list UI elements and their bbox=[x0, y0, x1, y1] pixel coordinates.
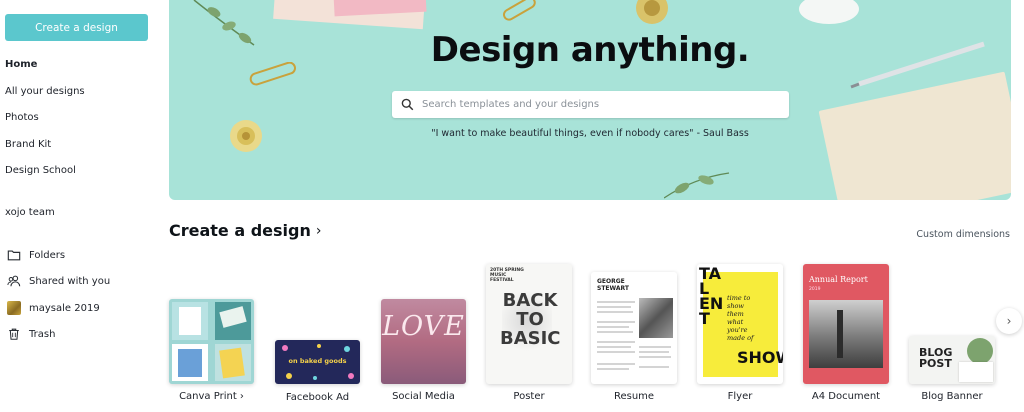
design-card-flyer[interactable]: TAL ENT time to show them what you're ma… bbox=[697, 264, 783, 404]
section-title-text: Create a design bbox=[169, 221, 311, 240]
create-design-button[interactable]: Create a design bbox=[5, 14, 148, 41]
design-card-facebook-ad[interactable]: on baked goods Facebook Ad bbox=[275, 340, 360, 404]
hero-title: Design anything. bbox=[430, 30, 750, 70]
card-thumbnail: LOVE bbox=[381, 299, 466, 384]
sidebar-item-brand-kit[interactable]: Brand Kit bbox=[5, 139, 51, 150]
card-artwork-text: TAL ENT bbox=[699, 264, 724, 328]
chevron-right-icon: › bbox=[1006, 314, 1012, 328]
card-thumbnail: on baked goods bbox=[275, 340, 360, 384]
card-label: Resume bbox=[613, 391, 655, 402]
sidebar-item-trash[interactable]: Trash bbox=[6, 326, 55, 342]
sidebar-item-home[interactable]: Home bbox=[5, 59, 37, 70]
card-artwork-text: LOVE bbox=[382, 311, 465, 342]
card-artwork-text: on baked goods bbox=[288, 357, 347, 365]
hero-banner: Design anything. "I want to make beautif… bbox=[169, 0, 1011, 200]
flower-decoration-top bbox=[636, 0, 668, 24]
sidebar-item-label: Trash bbox=[29, 328, 56, 340]
card-artwork-text: BACK TO BASIC bbox=[500, 290, 561, 349]
sidebar-item-design-school[interactable]: Design School bbox=[5, 165, 76, 176]
card-thumbnail: GEORGE STEWART bbox=[591, 272, 677, 384]
design-card-poster[interactable]: 20TH SPRING MUSIC FESTIVAL BACK TO BASIC… bbox=[486, 264, 572, 404]
design-card-a4-document[interactable]: Annual Report 2019 A4 Document bbox=[803, 264, 889, 404]
sidebar: Create a design Home All your designs Ph… bbox=[0, 0, 160, 412]
carousel-next-button[interactable]: › bbox=[996, 308, 1022, 334]
trash-icon bbox=[6, 326, 22, 342]
card-thumbnail: 20TH SPRING MUSIC FESTIVAL BACK TO BASIC bbox=[486, 264, 572, 384]
card-label: Flyer bbox=[727, 391, 753, 402]
design-card-blog-banner[interactable]: BLOG POST Blog Banner bbox=[909, 336, 995, 404]
custom-dimensions-link[interactable]: Custom dimensions bbox=[916, 229, 1010, 240]
card-artwork-subtext: 20TH SPRING MUSIC FESTIVAL bbox=[490, 268, 524, 283]
team-name[interactable]: xojo team bbox=[5, 207, 55, 218]
white-flower-decoration bbox=[799, 0, 859, 24]
design-card-resume[interactable]: GEORGE STEWART Resume bbox=[591, 272, 677, 404]
card-label: Social Media bbox=[392, 391, 455, 402]
sidebar-item-label: maysale 2019 bbox=[29, 302, 100, 314]
sidebar-item-maysale[interactable]: maysale 2019 bbox=[6, 300, 100, 316]
design-card-social-media[interactable]: LOVE Social Media bbox=[381, 299, 466, 404]
sidebar-item-folders[interactable]: Folders bbox=[6, 247, 65, 263]
card-thumbnail: BLOG POST bbox=[909, 336, 995, 384]
card-thumbnail: Annual Report 2019 bbox=[803, 264, 889, 384]
card-label: A4 Document bbox=[811, 391, 881, 402]
hero-quote: "I want to make beautiful things, even i… bbox=[431, 128, 749, 139]
folder-icon bbox=[6, 247, 22, 263]
card-artwork-text-2: SHOW bbox=[737, 348, 783, 367]
card-label: Facebook Ad bbox=[285, 392, 350, 403]
sidebar-item-label: Folders bbox=[29, 249, 66, 261]
card-thumbnail: TAL ENT time to show them what you're ma… bbox=[697, 264, 783, 384]
design-card-canva-print[interactable]: Canva Print › bbox=[169, 299, 254, 404]
sidebar-item-label: Shared with you bbox=[29, 275, 111, 287]
card-artwork-subtext: 2019 bbox=[809, 287, 821, 292]
leaf-decoration-bottom bbox=[664, 172, 730, 199]
folder-thumbnail-icon bbox=[6, 300, 22, 316]
sidebar-item-shared[interactable]: Shared with you bbox=[6, 273, 110, 289]
people-icon bbox=[6, 273, 22, 289]
sidebar-item-photos[interactable]: Photos bbox=[5, 112, 39, 123]
card-thumbnail bbox=[169, 299, 254, 384]
chevron-right-icon: › bbox=[315, 222, 322, 239]
search-icon bbox=[401, 98, 414, 111]
create-design-section-title[interactable]: Create a design › bbox=[169, 221, 321, 240]
card-label: Poster bbox=[513, 391, 545, 402]
search-bar[interactable] bbox=[392, 91, 789, 118]
search-input[interactable] bbox=[422, 99, 772, 110]
paperclip-decoration-top bbox=[502, 0, 536, 21]
card-artwork-text: BLOG POST bbox=[919, 346, 953, 370]
card-artwork-text: Annual Report bbox=[809, 275, 868, 284]
sidebar-item-all-designs[interactable]: All your designs bbox=[5, 86, 85, 97]
card-artwork-subtext: time to show them what you're made of bbox=[727, 294, 754, 342]
card-label: Canva Print › bbox=[179, 391, 244, 402]
card-label: Blog Banner bbox=[921, 391, 983, 402]
